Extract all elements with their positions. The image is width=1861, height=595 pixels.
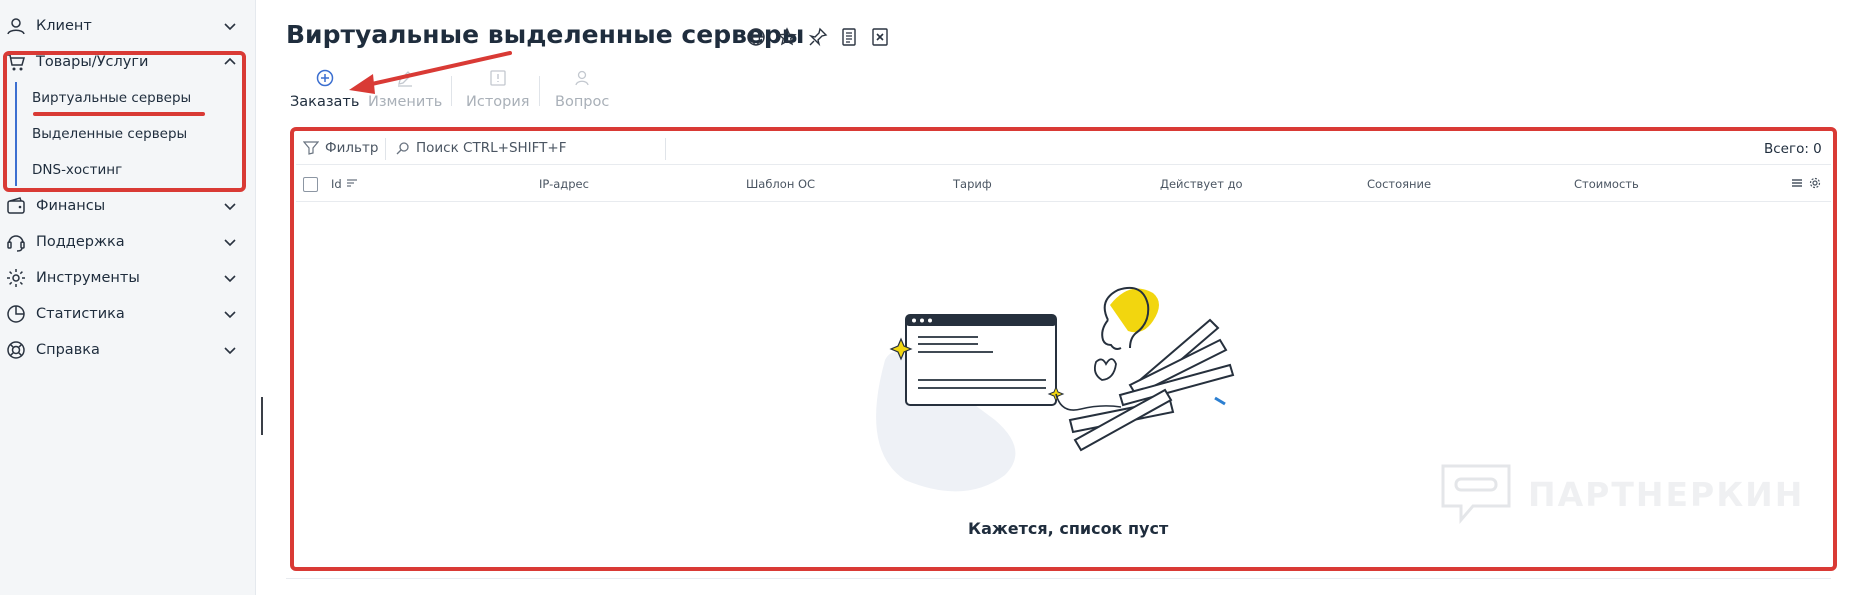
panel-bottom-border	[286, 578, 1831, 579]
sidebar-item-label: Инструменты	[36, 270, 140, 286]
question-button-label: Вопрос	[555, 94, 610, 110]
chevron-up-icon	[224, 57, 236, 65]
excel-icon[interactable]	[870, 27, 890, 47]
sidebar-item-client[interactable]: Клиент	[0, 8, 256, 44]
sidebar-item-support[interactable]: Поддержка	[0, 224, 256, 260]
toolbar-separator	[539, 76, 540, 106]
cart-icon	[7, 54, 25, 71]
total-count: Всего: 0	[1764, 141, 1822, 157]
headset-icon	[7, 235, 25, 252]
chevron-down-icon	[224, 347, 236, 355]
user-icon	[7, 18, 25, 35]
columns-menu-icon[interactable]	[1791, 177, 1803, 189]
sidebar-item-label: Статистика	[36, 306, 125, 322]
title-actions	[746, 27, 890, 47]
lifebuoy-icon	[7, 341, 25, 359]
sidebar-item-label: Финансы	[36, 198, 106, 214]
star-icon[interactable]	[777, 27, 797, 47]
plus-circle-icon	[316, 69, 333, 87]
select-all-checkbox[interactable]	[303, 177, 318, 192]
search-icon	[396, 142, 409, 155]
submenu-indicator-line	[15, 82, 17, 186]
watermark-logo-icon	[1441, 464, 1511, 525]
sidebar-item-tools[interactable]: Инструменты	[0, 260, 256, 296]
filter-button-label: Фильтр	[325, 140, 379, 156]
gear-icon	[7, 269, 25, 287]
sidebar-item-products[interactable]: Товары/Услуги	[0, 44, 256, 80]
sidebar-item-label: Поддержка	[36, 234, 125, 250]
sidebar-subitem-dedicated-servers[interactable]: Выделенные серверы	[32, 126, 187, 142]
column-header-status[interactable]: Состояние	[1367, 177, 1431, 191]
sidebar: Клиент Товары/Услуги Виртуальные серверы…	[0, 0, 256, 595]
sidebar-subitem-virtual-servers[interactable]: Виртуальные серверы	[32, 90, 191, 106]
column-header-valid-until[interactable]: Действует до	[1160, 177, 1243, 191]
sidebar-item-help[interactable]: Справка	[0, 332, 256, 368]
sidebar-item-finance[interactable]: Финансы	[0, 188, 256, 224]
sidebar-item-label: Товары/Услуги	[36, 54, 149, 70]
empty-state-message: Кажется, список пуст	[968, 519, 1169, 538]
pie-chart-icon	[7, 305, 25, 323]
sidebar-item-label: Клиент	[36, 18, 92, 34]
chevron-down-icon	[224, 275, 236, 283]
sidebar-resize-handle[interactable]	[261, 397, 263, 435]
pin-icon[interactable]	[808, 27, 828, 47]
underline-annotation	[33, 112, 205, 116]
watermark-text: ПАРТНЕРКИН	[1528, 474, 1805, 514]
chevron-down-icon	[224, 311, 236, 319]
column-header-os-template[interactable]: Шаблон ОС	[746, 177, 815, 191]
red-arrow-annotation	[349, 51, 512, 94]
globe-icon[interactable]	[746, 27, 766, 47]
wallet-icon	[7, 197, 25, 214]
chevron-down-icon	[224, 23, 236, 31]
document-icon[interactable]	[839, 27, 859, 47]
page-title: Виртуальные выделенные серверы	[286, 20, 805, 49]
table-header-actions	[1791, 177, 1821, 189]
watermark: ПАРТНЕРКИН	[1440, 463, 1804, 525]
filter-icon	[303, 141, 319, 155]
filter-button[interactable]: Фильтр	[303, 140, 378, 156]
column-header-cost[interactable]: Стоимость	[1574, 177, 1639, 191]
settings-icon[interactable]	[1809, 177, 1821, 189]
search-placeholder: Поиск CTRL+SHIFT+F	[416, 140, 567, 156]
support-agent-icon	[575, 70, 589, 86]
search-input[interactable]: Поиск CTRL+SHIFT+F	[396, 140, 664, 156]
chevron-down-icon	[224, 239, 236, 247]
sort-icon	[346, 179, 357, 187]
sidebar-item-statistics[interactable]: Статистика	[0, 296, 256, 332]
column-header-tariff[interactable]: Тариф	[953, 177, 992, 191]
filter-separator	[385, 138, 386, 160]
empty-state-illustration	[876, 286, 1235, 492]
column-header-id[interactable]: Id	[331, 177, 358, 191]
column-header-ip[interactable]: IP-адрес	[539, 177, 589, 191]
sidebar-subitem-dns-hosting[interactable]: DNS-хостинг	[32, 162, 122, 178]
filter-separator	[665, 138, 666, 160]
sidebar-item-label: Справка	[36, 342, 100, 358]
question-button[interactable]: Вопрос	[555, 68, 609, 110]
chevron-down-icon	[224, 203, 236, 211]
